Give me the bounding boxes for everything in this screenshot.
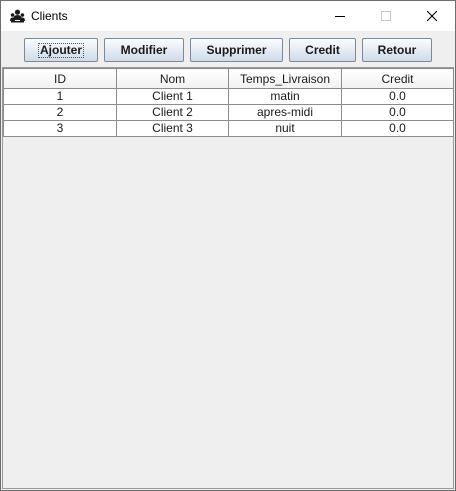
minimize-icon (335, 16, 345, 17)
window-title: Clients (31, 9, 68, 23)
cell-credit[interactable]: 0.0 (341, 88, 454, 105)
column-header-credit[interactable]: Credit (341, 68, 454, 89)
retour-button-label: Retour (377, 43, 417, 57)
cell-credit[interactable]: 0.0 (341, 120, 454, 137)
clients-window: Clients Ajouter Modifier Supprimer Credi… (0, 0, 456, 491)
supprimer-button[interactable]: Supprimer (190, 38, 283, 62)
clients-table-scroll-pane[interactable]: ID Nom Temps_Livraison Credit 1 Client 1… (2, 67, 454, 489)
clients-table: ID Nom Temps_Livraison Credit 1 Client 1… (3, 68, 454, 137)
cell-id[interactable]: 2 (3, 104, 117, 121)
supprimer-button-label: Supprimer (206, 43, 267, 57)
retour-button[interactable]: Retour (362, 38, 432, 62)
cell-nom[interactable]: Client 3 (116, 120, 229, 137)
minimize-button[interactable] (317, 1, 363, 31)
maximize-button[interactable] (363, 1, 409, 31)
title-bar[interactable]: Clients (1, 1, 455, 31)
table-header-row: ID Nom Temps_Livraison Credit (3, 68, 454, 89)
table-row[interactable]: 1 Client 1 matin 0.0 (3, 88, 454, 105)
cell-temps-livraison[interactable]: nuit (228, 120, 342, 137)
cell-id[interactable]: 3 (3, 120, 117, 137)
modifier-button-label: Modifier (120, 43, 168, 57)
cell-temps-livraison[interactable]: apres-midi (228, 104, 342, 121)
column-header-id[interactable]: ID (3, 68, 117, 89)
credit-button[interactable]: Credit (289, 38, 356, 62)
table-row[interactable]: 3 Client 3 nuit 0.0 (3, 120, 454, 137)
column-header-nom[interactable]: Nom (116, 68, 229, 89)
cell-credit[interactable]: 0.0 (341, 104, 454, 121)
cell-temps-livraison[interactable]: matin (228, 88, 342, 105)
toolbar: Ajouter Modifier Supprimer Credit Retour (1, 31, 455, 67)
close-button[interactable] (409, 1, 455, 31)
maximize-icon (381, 11, 391, 21)
people-icon (10, 9, 25, 23)
column-header-temps-livraison[interactable]: Temps_Livraison (228, 68, 342, 89)
close-icon (427, 11, 437, 21)
ajouter-button[interactable]: Ajouter (24, 38, 98, 62)
cell-nom[interactable]: Client 2 (116, 104, 229, 121)
credit-button-label: Credit (305, 43, 340, 57)
cell-id[interactable]: 1 (3, 88, 117, 105)
table-row[interactable]: 2 Client 2 apres-midi 0.0 (3, 104, 454, 121)
ajouter-button-label: Ajouter (38, 42, 84, 58)
modifier-button[interactable]: Modifier (104, 38, 184, 62)
cell-nom[interactable]: Client 1 (116, 88, 229, 105)
